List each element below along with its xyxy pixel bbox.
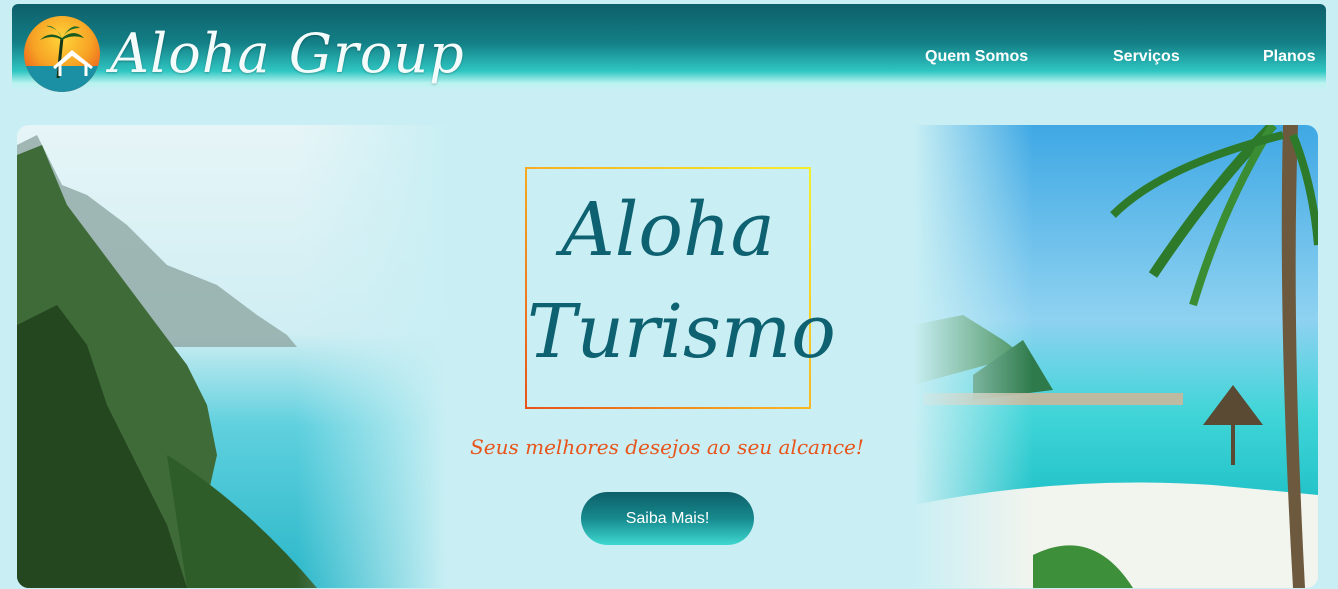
hero-title-line-2: Turismo [527, 289, 836, 375]
hero-title-box: Aloha Turismo [525, 167, 836, 409]
brand-name[interactable]: Aloha Group [110, 22, 465, 85]
nav-planos[interactable]: Planos [1263, 48, 1315, 66]
nav-quem-somos[interactable]: Quem Somos [925, 48, 1028, 66]
logo[interactable] [24, 16, 100, 92]
hero-section: Aloha Turismo Seus melhores desejos ao s… [17, 125, 1318, 588]
right-image-fade [913, 125, 1033, 588]
hero-title-line-1: Aloha [561, 187, 775, 273]
house-icon [53, 50, 93, 76]
saiba-mais-button[interactable]: Saiba Mais! [581, 492, 754, 545]
site-header: Aloha Group Quem Somos Serviços Planos [12, 4, 1326, 92]
coast-cliffs-image [17, 125, 447, 588]
left-image-fade [297, 125, 447, 588]
tropical-beach-image [913, 125, 1318, 588]
nav-servicos[interactable]: Serviços [1113, 48, 1180, 66]
hero-tagline: Seus melhores desejos ao seu alcance! [470, 435, 864, 459]
